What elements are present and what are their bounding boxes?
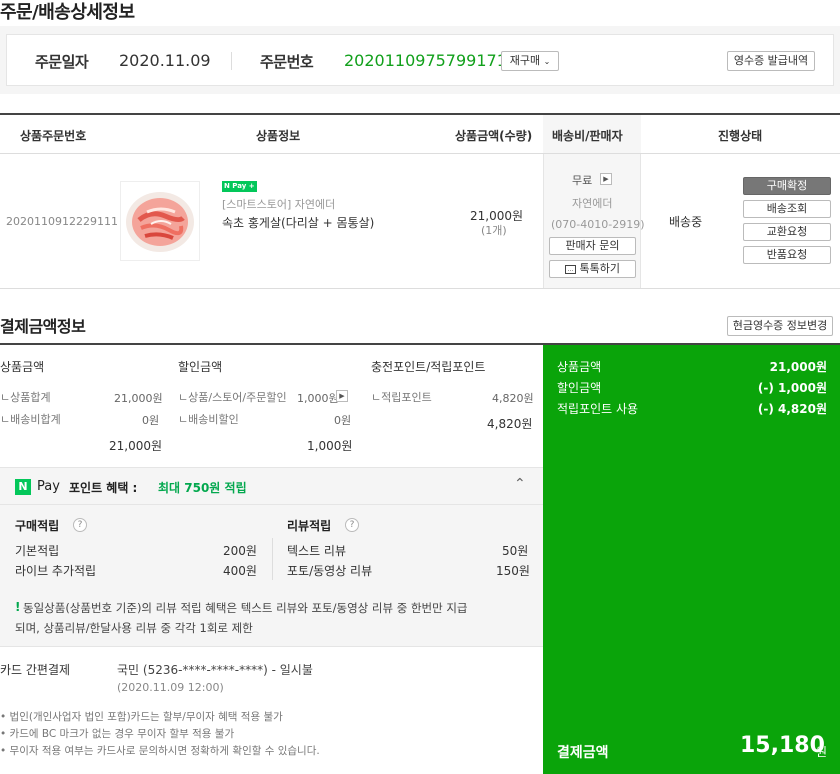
summary-discount-value: (-) 1,000원 [757,381,827,395]
final-amount-unit: 원 [816,745,828,759]
confirm-purchase-button[interactable]: 구매확정 [743,177,831,195]
payment-summary-panel: 상품금액 21,000원 할인금액 (-) 1,000원 적립포인트 사용 (-… [543,345,840,774]
reorder-label: 재구매 [509,54,541,67]
photo-review-value: 150원 [496,564,530,578]
card-note: • 무이자 적용 여부는 카드사로 문의하시면 정확하게 확인할 수 있습니다. [0,745,320,757]
npay-logo-icon: N [15,479,31,495]
divider [0,504,543,505]
order-date-label: 주문일자 [35,53,89,71]
final-amount-label: 결제금액 [557,745,609,761]
receipt-history-button[interactable]: 영수증 발급내역 [727,51,815,71]
summary-discount-label: 할인금액 [557,381,602,395]
npay-benefit-highlight: 최대 750원 적립 [158,481,247,495]
summary-product-label: 상품금액 [557,360,602,374]
discount-item-label: ㄴ상품/스토어/주문할인 [178,391,287,404]
basic-points-label: 기본적립 [15,544,60,558]
discount-total: 1,000원 [307,439,353,453]
header-order-no: 상품주문번호 [20,129,87,143]
divider [231,52,232,70]
collapse-chevron-icon[interactable]: ⌃ [514,476,526,492]
order-date-value: 2020.11.09 [119,51,211,70]
header-shipping-seller: 배송비/판매자 [552,129,623,143]
summary-points-label: 적립포인트 사용 [557,402,639,416]
delivery-status: 배송중 [669,215,703,229]
npay-pay-text: Pay [37,479,60,494]
card-note: • 카드에 BC 마크가 없는 경우 무이자 할부 적용 불가 [0,728,235,740]
help-question-icon[interactable]: ? [73,518,87,532]
page-title: 주문/배송상세정보 [0,2,135,23]
basic-points-value: 200원 [223,544,257,558]
product-sum-label: ㄴ상품합계 [0,391,51,404]
product-amount-label: 상품금액 [0,360,45,374]
card-payment-value: 국민 (5236-****-****-****) - 일시불 [117,663,313,677]
shipping-detail-arrow-icon[interactable]: ▶ [600,173,612,185]
discount-detail-arrow-icon[interactable]: ▶ [336,390,348,402]
seller-name[interactable]: 자연에더 [572,195,612,211]
product-qty: (1개) [481,224,507,237]
photo-review-label: 포토/동영상 리뷰 [287,564,373,578]
points-label: 충전포인트/적립포인트 [371,360,486,374]
product-amount-total: 21,000원 [109,439,163,453]
seller-inquiry-button[interactable]: 판매자 문의 [549,237,636,255]
chat-icon: ... [565,264,576,274]
reorder-button[interactable]: 재구매 ⌄ [501,51,559,71]
purchase-points-title: 구매적립 [15,519,60,533]
card-payment-label: 카드 간편결제 [0,663,71,677]
shipping-fee: 무료 [572,174,593,187]
order-number-value: 2020110975799171 [344,51,507,70]
earned-points-value: 4,820원 [492,392,534,405]
shipping-sum-label: ㄴ배송비합계 [0,413,61,426]
points-total: 4,820원 [487,417,533,431]
cash-receipt-change-button[interactable]: 현금영수증 정보변경 [727,316,833,336]
order-info-inner: 주문일자 2020.11.09 주문번호 2020110975799171 재구… [6,34,834,86]
live-points-value: 400원 [223,564,257,578]
product-order-number: 2020110912229111 [6,215,118,228]
crab-meat-image [126,192,194,252]
discount-label: 할인금액 [178,360,223,374]
live-points-label: 라이브 추가적립 [15,564,97,578]
exchange-request-button[interactable]: 교환요청 [743,223,831,241]
header-status: 진행상태 [718,129,763,143]
notice-line-1: 동일상품(상품번호 기준)의 리뷰 적립 혜택은 텍스트 리뷰와 포토/동영상 … [23,601,468,615]
order-info-box: 주문일자 2020.11.09 주문번호 2020110975799171 재구… [0,26,840,94]
track-delivery-button[interactable]: 배송조회 [743,200,831,218]
table-header: 상품주문번호 상품정보 상품금액(수량) 배송비/판매자 진행상태 [0,115,840,154]
product-sum-value: 21,000원 [114,392,163,405]
shipping-discount-value: 0원 [334,414,352,427]
help-question-icon[interactable]: ? [345,518,359,532]
notice-mark: ! [15,600,21,614]
summary-product-value: 21,000원 [769,360,827,374]
summary-points-value: (-) 4,820원 [757,402,827,416]
text-review-value: 50원 [502,544,529,558]
final-amount-value: 15,180 [740,733,825,758]
discount-item-value: 1,000원 [297,392,339,405]
card-payment-datetime: (2020.11.09 12:00) [117,681,224,694]
product-name[interactable]: 속초 홍게살(다리살 + 몸통살) [222,214,374,231]
shipping-sum-value: 0원 [142,414,160,427]
notice-line-2: 되며, 상품리뷰/한달사용 리뷰 중 각각 1회로 제한 [15,621,253,635]
divider [272,538,273,580]
store-name[interactable]: [스마트스토어] 자연에더 [222,196,335,212]
product-image[interactable] [120,181,200,261]
npay-plus-badge: N Pay + [222,181,257,192]
npay-benefit-box: N Pay 포인트 혜택 : 최대 750원 적립 ⌃ 구매적립 ? 기본적립 … [0,467,543,647]
card-note: • 법인(개인사업자 법인 포함)카드는 할부/무이자 혜택 적용 불가 [0,711,283,723]
review-points-title: 리뷰적립 [287,519,332,533]
chevron-down-icon: ⌄ [543,57,551,66]
order-number-label: 주문번호 [260,53,314,71]
npay-benefit-title: 포인트 혜택 : [69,481,138,495]
payment-section-title: 결제금액정보 [0,317,86,336]
talktalk-label: 톡톡하기 [579,262,620,275]
table-row: 2020110912229111 N Pay + [스마트스토어] 자연에더 속… [0,154,840,289]
earned-points-label: ㄴ적립포인트 [371,391,432,404]
talktalk-button[interactable]: ... 톡톡하기 [549,260,636,278]
return-request-button[interactable]: 반품요청 [743,246,831,264]
text-review-label: 텍스트 리뷰 [287,544,347,558]
seller-phone: (070-4010-2919) [551,218,645,231]
header-product-info: 상품정보 [256,129,301,143]
shipping-discount-label: ㄴ배송비할인 [178,413,239,426]
header-price: 상품금액(수량) [455,129,533,143]
